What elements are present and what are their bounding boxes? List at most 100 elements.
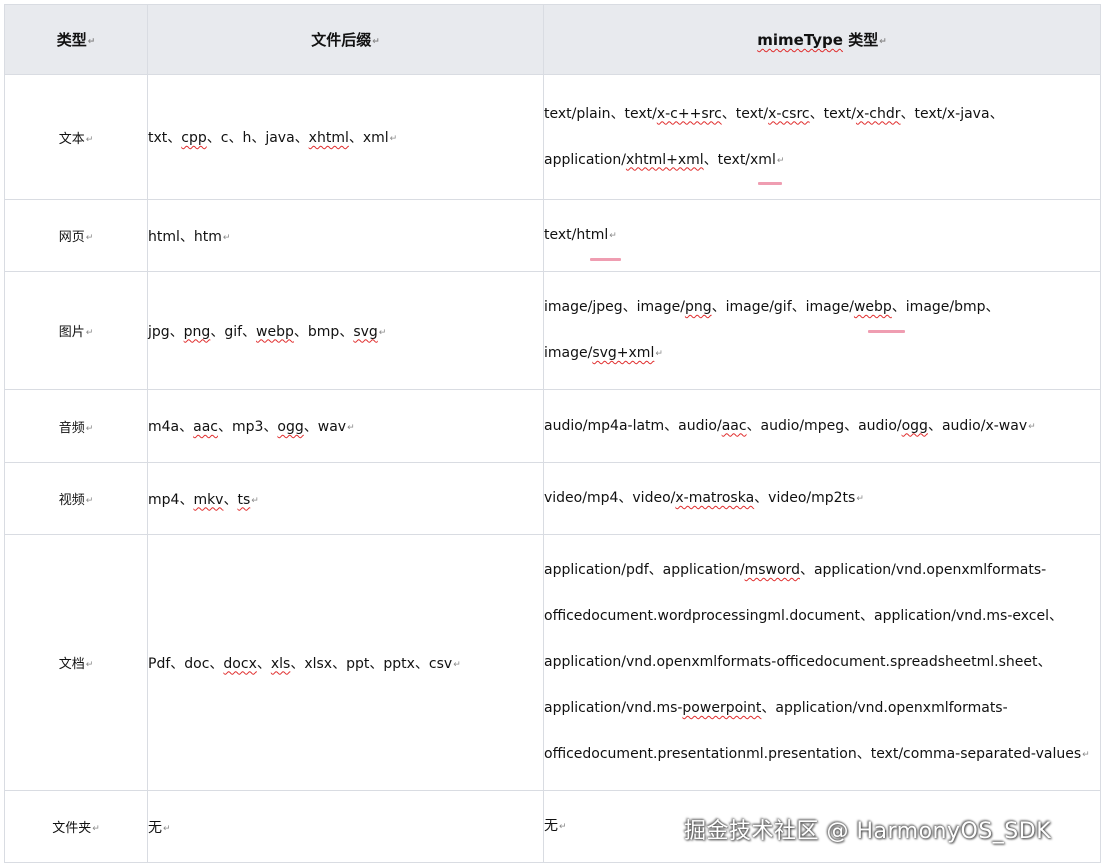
mime-type-cell: image/jpeg、image/png、image/gif、image/web… (543, 271, 1101, 390)
mime-line: image/svg+xml↵ (544, 330, 1100, 377)
spellcheck-squiggle: powerpoint (682, 700, 762, 716)
spellcheck-squiggle: xhtml (308, 130, 349, 146)
spellcheck-squiggle: xhtml+xml (625, 151, 704, 168)
spellcheck-squiggle: ogg (277, 419, 304, 435)
paragraph-mark-icon: ↵ (163, 823, 171, 834)
mime-type-cell: text/plain、text/x-c++src、text/x-csrc、tex… (543, 74, 1101, 200)
extension-cell: mp4、mkv、ts↵ (147, 462, 544, 535)
spellcheck-squiggle: docx (223, 655, 257, 672)
table-header-row: 类型↵ 文件后缀↵ mimeType 类型↵ (4, 4, 1101, 75)
mime-type: application/pdf (544, 562, 649, 578)
file-extension: xhtml (309, 130, 349, 146)
mime-line: application/vnd.openxmlformats-officedoc… (544, 654, 1052, 670)
paragraph-mark-icon: ↵ (222, 232, 231, 243)
file-extension: xls (271, 656, 290, 672)
header-ext-label: 文件后缀 (311, 31, 372, 49)
paragraph-mark-icon: ↵ (776, 155, 785, 166)
file-extension: htm (193, 228, 222, 245)
file-extension: html (148, 228, 180, 245)
type-label: 文本 (58, 131, 85, 147)
file-extension: mp4 (148, 491, 180, 508)
file-extension: wav (317, 419, 347, 435)
file-extension: xml (362, 130, 389, 146)
paragraph-mark-icon: ↵ (856, 494, 864, 504)
spellcheck-squiggle: svg (353, 323, 378, 340)
paragraph-mark-icon: ↵ (92, 824, 100, 834)
file-extension: ogg (277, 419, 303, 435)
mime-type: text/html (544, 227, 609, 243)
mime-line: officedocument.presentationml.presentati… (544, 731, 1100, 778)
spellcheck-squiggle: x-matroska (675, 490, 755, 506)
paragraph-mark-icon: ↵ (87, 37, 96, 47)
file-extension: jpg (148, 323, 170, 340)
extension-cell: html、htm↵ (147, 199, 544, 272)
header-type: 类型↵ (4, 4, 148, 75)
spellcheck-squiggle: msword (744, 562, 800, 578)
mime-type: image/jpeg (544, 299, 623, 315)
paragraph-mark-icon: ↵ (453, 659, 461, 670)
mime-type: application/msword (662, 562, 800, 578)
file-extension: Pdf (148, 655, 171, 672)
mime-line: application/vnd.ms-powerpoint、applicatio… (544, 700, 1008, 716)
paragraph-mark-icon: ↵ (609, 231, 617, 241)
mime-type: image/svg+xml (544, 345, 655, 361)
file-extension: ts (237, 492, 250, 508)
header-ext: 文件后缀↵ (147, 4, 544, 75)
mime-type: audio/x-wav (941, 417, 1028, 434)
paragraph-mark-icon: ↵ (85, 660, 94, 670)
mime-type: officedocument.wordprocessingml.document (544, 608, 860, 624)
spellcheck-squiggle: aac (193, 419, 218, 435)
mime-line: image/jpeg、image/png、image/gif、image/web… (544, 299, 1000, 315)
header-mime-prefix: mimeType (757, 31, 843, 49)
mime-type-table: 类型↵ 文件后缀↵ mimeType 类型↵ 文本↵ txt、cpp、c、h、ja… (4, 4, 1101, 863)
paragraph-mark-icon: ↵ (559, 822, 567, 832)
type-cell: 文件夹↵ (4, 790, 148, 863)
header-mime-suffix: 类型 (842, 31, 879, 49)
pink-highlight-mark (758, 182, 782, 185)
type-cell: 图片↵ (4, 271, 148, 390)
file-extension: c (220, 130, 229, 146)
file-extension: mkv (193, 492, 223, 508)
spellcheck-squiggle: x-csrc (768, 105, 810, 122)
mime-line: text/html↵ (544, 212, 1100, 259)
table-row-video: 视频↵ mp4、mkv、ts↵ video/mp4、video/x-matroska… (4, 462, 1101, 535)
paragraph-mark-icon: ↵ (347, 423, 355, 433)
mime-type: text/x-chdr (823, 105, 901, 122)
paragraph-mark-icon: ↵ (389, 134, 398, 144)
file-extension: 无 (148, 819, 162, 836)
file-extension: bmp (307, 323, 340, 340)
header-mime: mimeType 类型↵ (543, 4, 1101, 75)
file-extension: svg (353, 324, 377, 340)
mime-type: text/x-csrc (735, 105, 810, 122)
spellcheck-squiggle: png (183, 323, 211, 340)
mime-line: application/xhtml+xml、text/xml↵ (544, 137, 1100, 184)
mime-type: officedocument.presentationml.presentati… (544, 746, 857, 762)
file-extension: docx (223, 656, 256, 672)
file-extension: csv (428, 655, 453, 672)
type-cell: 音频↵ (4, 389, 148, 463)
paragraph-mark-icon: ↵ (879, 37, 887, 47)
mime-line: text/plain、text/x-c++src、text/x-csrc、tex… (544, 105, 1004, 122)
paragraph-mark-icon: ↵ (655, 349, 663, 359)
table-row-webpage: 网页↵ html、htm↵ text/html↵ (4, 199, 1101, 272)
mime-type: video/x-matroska (632, 490, 755, 506)
table-row-text: 文本↵ txt、cpp、c、h、java、xhtml、xml↵ text/plain… (4, 74, 1101, 200)
spellcheck-squiggle: x-c++src (656, 105, 722, 122)
mime-type: text/x-c++src (624, 105, 722, 122)
mime-type: audio/aac (678, 417, 747, 434)
file-extension: ppt (346, 655, 370, 672)
paragraph-mark-icon: ↵ (1082, 750, 1090, 760)
table-row-image: 图片↵ jpg、png、gif、webp、bmp、svg↵ image/jpeg、i… (4, 271, 1101, 390)
mime-type: application/vnd.openxmlformats-officedoc… (544, 654, 1038, 670)
paragraph-mark-icon: ↵ (1028, 421, 1036, 432)
mime-type-cell: audio/mp4a-latm、audio/aac、audio/mpeg、aud… (543, 389, 1101, 463)
mime-type: audio/mp4a-latm (544, 417, 665, 434)
file-extension: png (184, 324, 211, 340)
header-type-label: 类型 (56, 31, 87, 49)
file-extension: mp3 (231, 419, 264, 435)
type-cell: 视频↵ (4, 462, 148, 535)
spellcheck-squiggle: ts (237, 491, 251, 508)
file-extension: aac (193, 419, 218, 435)
mime-type: video/mp4 (544, 490, 619, 506)
type-label: 音频 (58, 420, 85, 436)
